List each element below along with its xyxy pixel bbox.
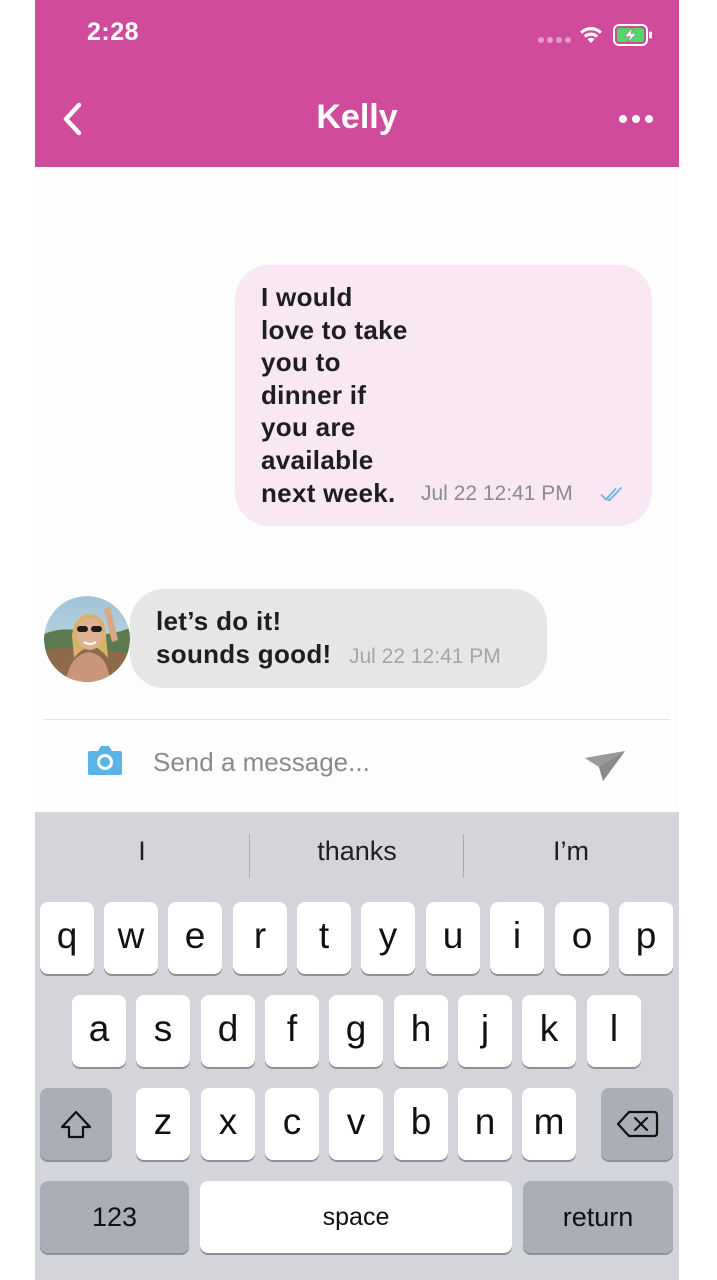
message-timestamp: Jul 22 12:41 PM	[421, 482, 573, 505]
message-text: I would love to take you to dinner if yo…	[261, 282, 408, 508]
key-t[interactable]: t	[297, 902, 351, 974]
key-r[interactable]: r	[233, 902, 287, 974]
key-p[interactable]: p	[619, 902, 673, 974]
delete-key[interactable]	[601, 1088, 673, 1160]
contact-avatar[interactable]	[44, 596, 130, 682]
space-key[interactable]: space	[200, 1181, 512, 1253]
suggestion-2[interactable]: thanks	[250, 836, 464, 867]
key-s[interactable]: s	[136, 995, 190, 1067]
return-key[interactable]: return	[523, 1181, 673, 1253]
key-c[interactable]: c	[265, 1088, 319, 1160]
key-n[interactable]: n	[458, 1088, 512, 1160]
backspace-icon	[616, 1110, 659, 1138]
status-time: 2:28	[87, 18, 140, 46]
send-icon[interactable]	[583, 748, 627, 784]
key-w[interactable]: w	[104, 902, 158, 974]
signal-icon	[538, 37, 571, 43]
key-j[interactable]: j	[458, 995, 512, 1067]
key-u[interactable]: u	[426, 902, 480, 974]
key-k[interactable]: k	[522, 995, 576, 1067]
key-d[interactable]: d	[201, 995, 255, 1067]
key-g[interactable]: g	[329, 995, 383, 1067]
suggestion-3[interactable]: I’m	[464, 836, 678, 867]
numbers-key[interactable]: 123	[40, 1181, 189, 1253]
shift-key[interactable]	[40, 1088, 112, 1160]
wifi-icon	[580, 27, 602, 43]
key-q[interactable]: q	[40, 902, 94, 974]
double-check-icon	[600, 487, 622, 502]
key-v[interactable]: v	[329, 1088, 383, 1160]
key-i[interactable]: i	[490, 902, 544, 974]
message-input[interactable]	[153, 740, 553, 784]
key-z[interactable]: z	[136, 1088, 190, 1160]
key-b[interactable]: b	[394, 1088, 448, 1160]
key-x[interactable]: x	[201, 1088, 255, 1160]
composer-divider	[44, 719, 670, 720]
key-m[interactable]: m	[522, 1088, 576, 1160]
key-a[interactable]: a	[72, 995, 126, 1067]
key-l[interactable]: l	[587, 995, 641, 1067]
key-o[interactable]: o	[555, 902, 609, 974]
app-header: 2:28 Kelly	[35, 0, 679, 167]
key-f[interactable]: f	[265, 995, 319, 1067]
battery-charging-icon	[613, 24, 652, 46]
outgoing-message-bubble[interactable]: I would love to take you to dinner if yo…	[235, 265, 652, 526]
key-y[interactable]: y	[361, 902, 415, 974]
key-e[interactable]: e	[168, 902, 222, 974]
phone-screen: 2:28 Kelly I would love to take you to d…	[35, 0, 679, 1280]
conversation-title: Kelly	[316, 98, 398, 136]
on-screen-keyboard: I thanks I’m q w e r t y u i o p a s d f…	[35, 812, 679, 1280]
camera-icon[interactable]	[87, 744, 123, 776]
suggestion-1[interactable]: I	[35, 836, 249, 867]
message-timestamp: Jul 22 12:41 PM	[349, 645, 501, 668]
shift-icon	[60, 1110, 92, 1139]
message-text: let’s do it! sounds good!	[156, 606, 332, 669]
more-horizontal-icon[interactable]	[619, 113, 655, 125]
key-h[interactable]: h	[394, 995, 448, 1067]
incoming-message-bubble[interactable]: let’s do it! sounds good! Jul 22 12:41 P…	[130, 589, 547, 688]
